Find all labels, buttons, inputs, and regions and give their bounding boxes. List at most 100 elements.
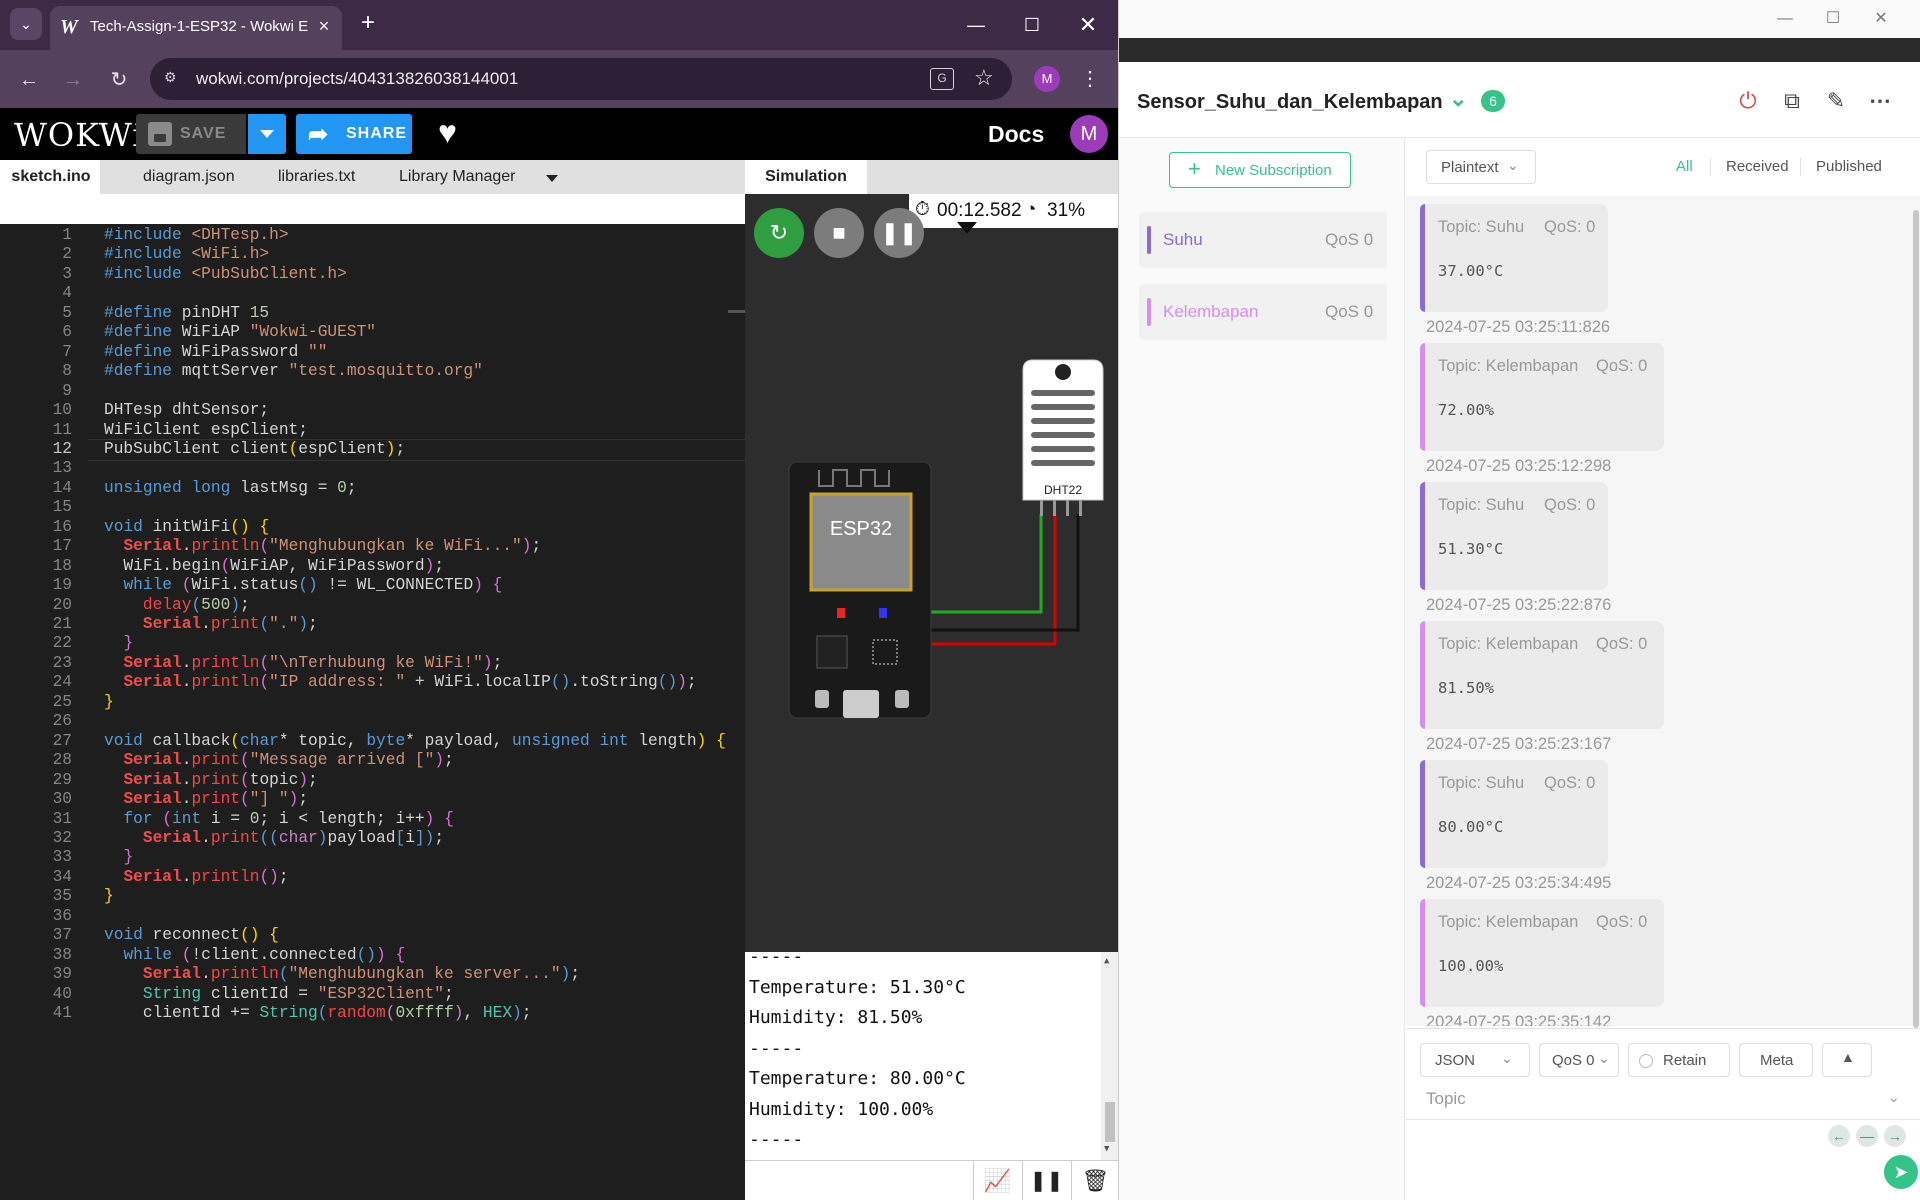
message-card[interactable]: Topic: Kelembapan QoS: 0 72.00% [1420,343,1664,451]
code-line[interactable]: void callback(char* topic, byte* payload… [104,732,726,750]
message-scrollbar[interactable] [1913,210,1919,1028]
collapse-chevrons-icon[interactable]: ⌄ [1449,86,1467,112]
close-tab-icon[interactable]: × [312,14,336,38]
new-tab-button[interactable]: + [354,10,382,38]
code-line[interactable]: PubSubClient client(espClient); [104,440,405,458]
qos-select[interactable]: QoS 0 ⌄ [1539,1043,1619,1077]
tab-sketch-ino[interactable]: sketch.ino [0,160,100,194]
minimize-button[interactable]: — [1765,4,1805,34]
message-card[interactable]: Topic: Kelembapan QoS: 0 81.50% [1420,621,1664,729]
filter-published[interactable]: Published [1816,158,1882,175]
code-line[interactable]: Serial.println(); [104,868,288,886]
minimize-button[interactable]: — [956,10,996,40]
code-line[interactable]: clientId += String(random(0xffff), HEX); [104,1004,532,1022]
profile-avatar[interactable]: M [1034,66,1060,92]
code-line[interactable]: Serial.println("\nTerhubung ke WiFi!"); [104,654,502,672]
message-card[interactable]: Topic: Suhu QoS: 0 51.30°C [1420,482,1608,590]
scroll-up-icon[interactable]: ▲ [1104,956,1109,966]
tabs-dropdown-icon[interactable] [546,175,558,182]
code-line[interactable]: #include <WiFi.h> [104,245,269,263]
close-window-button[interactable]: ✕ [1861,4,1901,34]
code-line[interactable]: } [104,693,114,711]
retain-toggle[interactable]: Retain [1628,1043,1730,1077]
code-line[interactable]: #define WiFiPassword "" [104,343,327,361]
message-list[interactable]: Topic: Suhu QoS: 0 37.00°C 2024-07-25 03:25… [1406,196,1920,1026]
code-line[interactable]: Serial.print("Message arrived ["); [104,751,453,769]
retain-radio[interactable] [1639,1054,1653,1068]
serial-monitor[interactable]: ----- Temperature: 51.30°C Humidity: 81.50… [745,952,1118,1160]
code-line[interactable]: Serial.print((char)payload[i]); [104,829,444,847]
like-heart-icon[interactable]: ♥ [438,114,457,151]
chevron-down-icon[interactable]: ⌄ [1888,1089,1900,1106]
code-line[interactable]: #define pinDHT 15 [104,304,269,322]
message-card[interactable]: Topic: Kelembapan QoS: 0 100.00% [1420,899,1664,1007]
code-line[interactable]: String clientId = "ESP32Client"; [104,985,454,1003]
code-line[interactable]: #define mqttServer "test.mosquitto.org" [104,362,483,380]
browser-tab-active[interactable]: W Tech-Assign-1-ESP32 - Wokwi E × [50,6,342,50]
tab-library-manager[interactable]: Library Manager [399,160,516,194]
code-line[interactable]: #include <DHTesp.h> [104,226,289,244]
user-avatar[interactable]: M [1070,115,1108,153]
kebab-menu-icon[interactable]: ⋮ [1080,64,1100,94]
save-button[interactable]: SAVE [136,114,246,154]
code-line[interactable]: Serial.print(topic); [104,771,317,789]
new-window-icon[interactable]: ⧉ [1777,86,1807,116]
site-info-icon[interactable]: ⚙ [164,69,186,89]
share-button[interactable]: ➦ SHARE [296,114,412,154]
new-subscription-button[interactable]: + New Subscription [1169,152,1351,188]
code-line[interactable]: #define WiFiAP "Wokwi-GUEST" [104,323,376,341]
tab-diagram-json[interactable]: diagram.json [143,160,235,194]
simulation-canvas[interactable]: ⏱ 00:12.582 ◔ 31% ↻ ■ ❚❚ ESP32 DHT22 [745,194,1118,952]
more-options-icon[interactable]: ⋯ [1865,86,1895,116]
edit-pencil-icon[interactable]: ✎ [1821,86,1851,116]
filter-all[interactable]: All [1676,158,1693,175]
tab-libraries-txt[interactable]: libraries.txt [278,160,355,194]
address-bar[interactable]: ⚙ wokwi.com/projects/404313826038144001 … [150,58,1012,100]
filter-received[interactable]: Received [1726,158,1789,175]
code-line[interactable]: Serial.println("Menghubungkan ke server.… [104,965,580,983]
wokwi-logo[interactable]: WOKWi [14,116,143,154]
send-message-button[interactable]: ➤ [1884,1155,1918,1189]
code-line[interactable]: } [104,848,133,866]
translate-icon[interactable]: G [930,68,954,90]
clear-payload-icon[interactable]: — [1856,1125,1878,1147]
code-line[interactable]: while (!client.connected()) { [104,946,405,964]
esp32-board[interactable]: ESP32 [788,461,932,719]
code-line[interactable]: void initWiFi() { [104,518,269,536]
subscription-item-kelembapan[interactable]: Kelembapan QoS 0 [1139,284,1387,340]
next-payload-icon[interactable]: → [1884,1125,1906,1147]
subscription-item-suhu[interactable]: Suhu QoS 0 [1139,212,1387,268]
expand-composer-button[interactable]: ▲ [1822,1043,1872,1077]
serial-scrollbar[interactable]: ▲ ▼ [1101,952,1118,1160]
code-line[interactable]: Serial.print("."); [104,615,318,633]
docs-link[interactable]: Docs [988,121,1044,148]
save-dropdown-button[interactable] [248,114,286,154]
topic-input[interactable]: Topic [1426,1089,1466,1109]
code-line[interactable]: unsigned long lastMsg = 0; [104,479,357,497]
plotter-chart-icon[interactable]: 📈 [973,1161,1021,1200]
payload-type-select[interactable]: Plaintext ⌄ [1426,150,1536,184]
code-line[interactable]: void reconnect() { [104,926,279,944]
code-line[interactable]: while (WiFi.status() != WL_CONNECTED) { [104,576,502,594]
meta-button[interactable]: Meta [1739,1043,1813,1077]
reload-button[interactable]: ↻ [104,65,134,95]
maximize-button[interactable]: ☐ [1813,4,1853,34]
disconnect-power-icon[interactable]: ⏻ [1733,86,1763,116]
code-line[interactable]: DHTesp dhtSensor; [104,401,269,419]
code-line[interactable]: } [104,634,133,652]
dht22-sensor[interactable]: DHT22 [1022,359,1104,516]
prev-payload-icon[interactable]: ← [1828,1125,1850,1147]
code-line[interactable]: WiFi.begin(WiFiAP, WiFiPassword); [104,557,444,575]
message-card[interactable]: Topic: Suhu QoS: 0 80.00°C [1420,760,1608,868]
tab-search-button[interactable]: ⌄ [10,8,42,40]
code-line[interactable]: #include <PubSubClient.h> [104,265,347,283]
bookmark-star-icon[interactable]: ☆ [974,65,994,91]
payload-format-select[interactable]: JSON ⌄ [1420,1043,1530,1077]
code-line[interactable]: Serial.println("Menghubungkan ke WiFi...… [104,537,541,555]
scroll-down-icon[interactable]: ▼ [1104,1144,1109,1154]
code-line[interactable]: delay(500); [104,596,250,614]
tab-simulation[interactable]: Simulation [745,160,867,194]
code-editor[interactable]: 1 #include <DHTesp.h> 2 #include <WiFi.h> 3 #… [0,224,745,1200]
code-line[interactable]: Serial.println("IP address: " + WiFi.loc… [104,673,696,691]
code-line[interactable]: for (int i = 0; i < length; i++) { [104,810,453,828]
